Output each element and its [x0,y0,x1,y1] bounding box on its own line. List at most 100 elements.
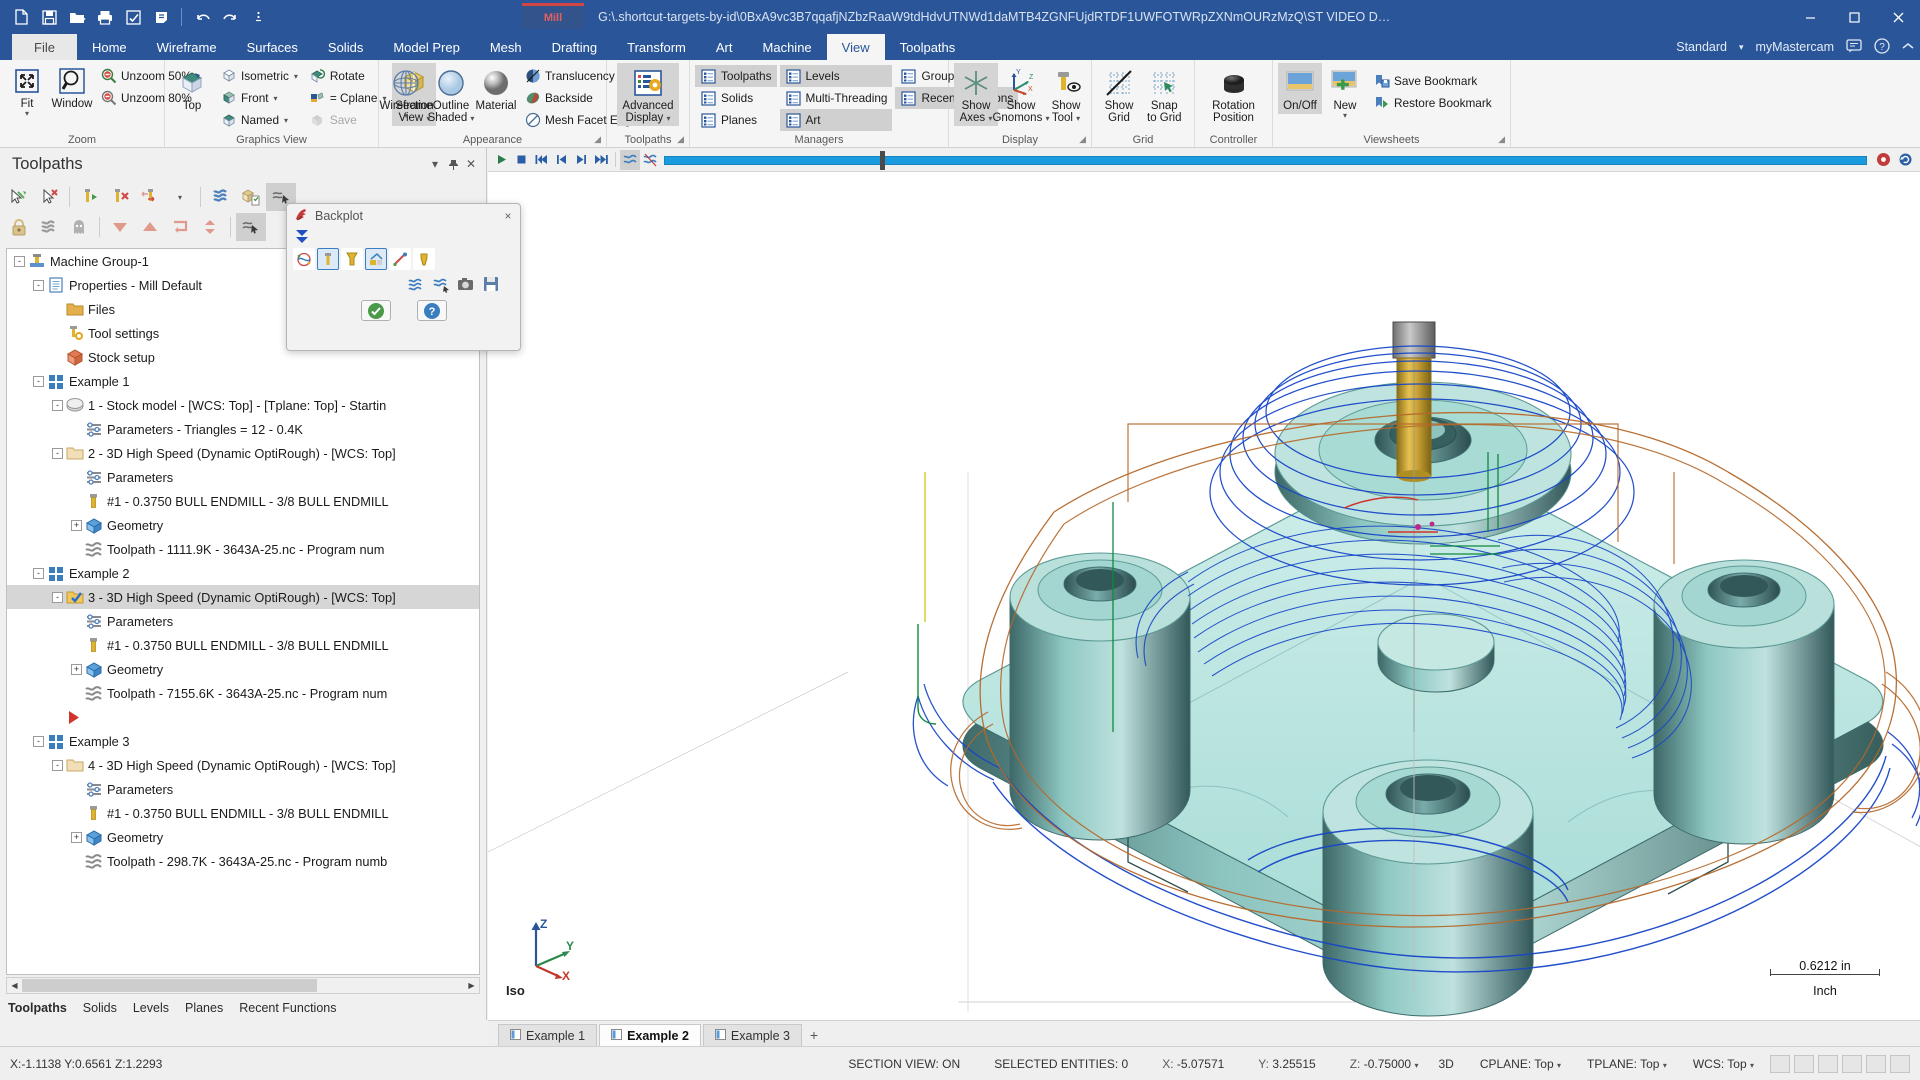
tab-machine[interactable]: Machine [748,34,827,60]
up-arrow-icon[interactable] [135,213,165,241]
tree-node[interactable]: - 4 - 3D High Speed (Dynamic OptiRough) -… [7,753,479,777]
material-button[interactable]: Material [474,63,518,114]
wireframe-caret-icon[interactable]: ▾ [404,112,408,120]
tab-file[interactable]: File [12,34,77,60]
hscroll-left-arrow[interactable]: ◀ [7,978,22,993]
collapse-toggle-icon[interactable]: - [51,399,64,412]
snap-to-grid-button[interactable]: Snap to Grid [1142,63,1187,126]
tool-vector-icon[interactable] [413,248,435,270]
viewsheet-new-caret-icon[interactable]: ▾ [1343,112,1347,120]
panel-tab-recent-functions[interactable]: Recent Functions [239,1001,336,1015]
verify-icon[interactable] [405,274,427,294]
zoom-window-button[interactable]: Window [50,63,94,112]
tree-node[interactable]: Parameters [7,609,479,633]
twisty-box[interactable]: - [52,591,63,603]
verify-icon[interactable] [120,4,146,30]
status-indicator-1[interactable] [1770,1054,1790,1073]
regenerate-icon[interactable] [75,183,105,211]
capture-icon[interactable] [455,274,477,294]
tree-node[interactable]: - Example 2 [7,561,479,585]
twisty-box[interactable]: - [33,735,44,747]
status-tplane[interactable]: TPLANE: Top ▾ [1587,1057,1667,1071]
expand-toggle-icon[interactable]: + [70,831,83,844]
select-all-icon[interactable] [4,183,34,211]
help-icon[interactable]: ? [1874,37,1890,57]
new-icon[interactable] [8,4,34,30]
tree-node[interactable]: Parameters [7,777,479,801]
step-forward-icon[interactable] [571,150,591,170]
tab-surfaces[interactable]: Surfaces [232,34,313,60]
twisty-box[interactable]: + [71,831,82,843]
hscroll-track[interactable] [22,978,464,993]
colorloop-icon[interactable] [640,150,660,170]
twisty-box[interactable]: - [33,567,44,579]
select-toolpath-icon[interactable] [236,213,266,241]
tree-node[interactable]: + Geometry [7,657,479,681]
restore-button[interactable] [1832,0,1876,34]
move-icon[interactable] [165,213,195,241]
toolpath-tree[interactable]: - Machine Group-1- Properties - Mill Defau… [6,248,480,975]
panel-tab-levels[interactable]: Levels [133,1001,169,1015]
rotation-position-button[interactable]: Rotation Position [1207,63,1260,126]
graphics-viewport[interactable]: Z Y X Iso 0.6212 in Inch [488,148,1920,1020]
show-gnomons-button[interactable]: Y ZX Show Gnomons ▾ [992,63,1049,126]
collapse-toggle-icon[interactable]: - [51,591,64,604]
front-view-caret-icon[interactable]: ▾ [274,94,278,103]
refresh-icon[interactable] [1895,150,1915,170]
status-indicator-3[interactable] [1818,1054,1838,1073]
status-indicator-2[interactable] [1794,1054,1814,1073]
status-section-view[interactable]: SECTION VIEW: ON [848,1057,960,1071]
twisty-box[interactable]: + [71,519,82,531]
status-mode-3d[interactable]: 3D [1438,1057,1453,1071]
qat-more-icon[interactable] [245,4,271,30]
tree-node[interactable]: Parameters [7,465,479,489]
hscroll-thumb[interactable] [22,979,317,992]
collapse-toggle-icon[interactable]: - [32,279,45,292]
manager-toggle-art[interactable]: Art [779,109,893,131]
toolpath-tree-hscrollbar[interactable]: ◀ ▶ [6,977,480,994]
top-view-button[interactable]: Top [170,63,214,114]
expand-toggle-icon[interactable]: + [70,519,83,532]
ghost-icon[interactable] [64,213,94,241]
sort-caret-icon[interactable]: ▾ [165,183,195,211]
tab-home[interactable]: Home [77,34,142,60]
twisty-box[interactable]: - [52,399,63,411]
tree-node[interactable]: Toolpath - 1111.9K - 3643A-25.nc - Progr… [7,537,479,561]
status-cplane[interactable]: CPLANE: Top ▾ [1480,1057,1561,1071]
wireframe-button[interactable]: Wireframe ▾ [379,63,433,121]
fast-forward-icon[interactable] [591,150,611,170]
show-grid-button[interactable]: Show Grid [1097,63,1141,126]
undo-icon[interactable] [189,4,215,30]
down-arrow-icon[interactable] [105,213,135,241]
feedback-icon[interactable] [1846,38,1862,56]
manager-toggle-levels[interactable]: Levels [779,65,893,87]
collapse-toggle-icon[interactable]: - [32,375,45,388]
status-indicator-4[interactable] [1842,1054,1862,1073]
twisty-box[interactable]: + [71,663,82,675]
expand-toggle-icon[interactable]: + [70,663,83,676]
twisty-box[interactable]: - [52,759,63,771]
tree-node[interactable]: Toolpath - 298.7K - 3643A-25.nc - Progra… [7,849,479,873]
viewsheet-tab-example-3[interactable]: Example 3 [702,1024,802,1046]
config-caret-icon[interactable]: ▾ [1739,42,1744,53]
stock-model-icon[interactable] [236,183,266,211]
holder-display-icon[interactable] [341,248,363,270]
chevron-up-icon[interactable] [1902,40,1914,54]
tree-node[interactable]: - Example 3 [7,729,479,753]
appearance-dialog-launcher[interactable]: ◢ [594,132,601,146]
manager-toggle-planes[interactable]: Planes [695,109,777,131]
tree-node[interactable]: - Example 1 [7,369,479,393]
stop-icon[interactable] [511,150,531,170]
tab-transform[interactable]: Transform [612,34,701,60]
tree-node[interactable]: + Geometry [7,513,479,537]
tree-node[interactable]: #1 - 0.3750 BULL ENDMILL - 3/8 BULL ENDM… [7,489,479,513]
compare-icon[interactable] [430,274,452,294]
tree-node[interactable]: - 3 - 3D High Speed (Dynamic OptiRough) -… [7,585,479,609]
step-back-icon[interactable] [551,150,571,170]
delete-toolpath-icon[interactable] [105,183,135,211]
tab-solids[interactable]: Solids [313,34,378,60]
backplot-close-icon[interactable]: × [500,208,516,224]
viewsheet-tab-example-1[interactable]: Example 1 [498,1024,598,1046]
save-icon[interactable] [36,4,62,30]
manager-toggle-solids[interactable]: Solids [695,87,777,109]
